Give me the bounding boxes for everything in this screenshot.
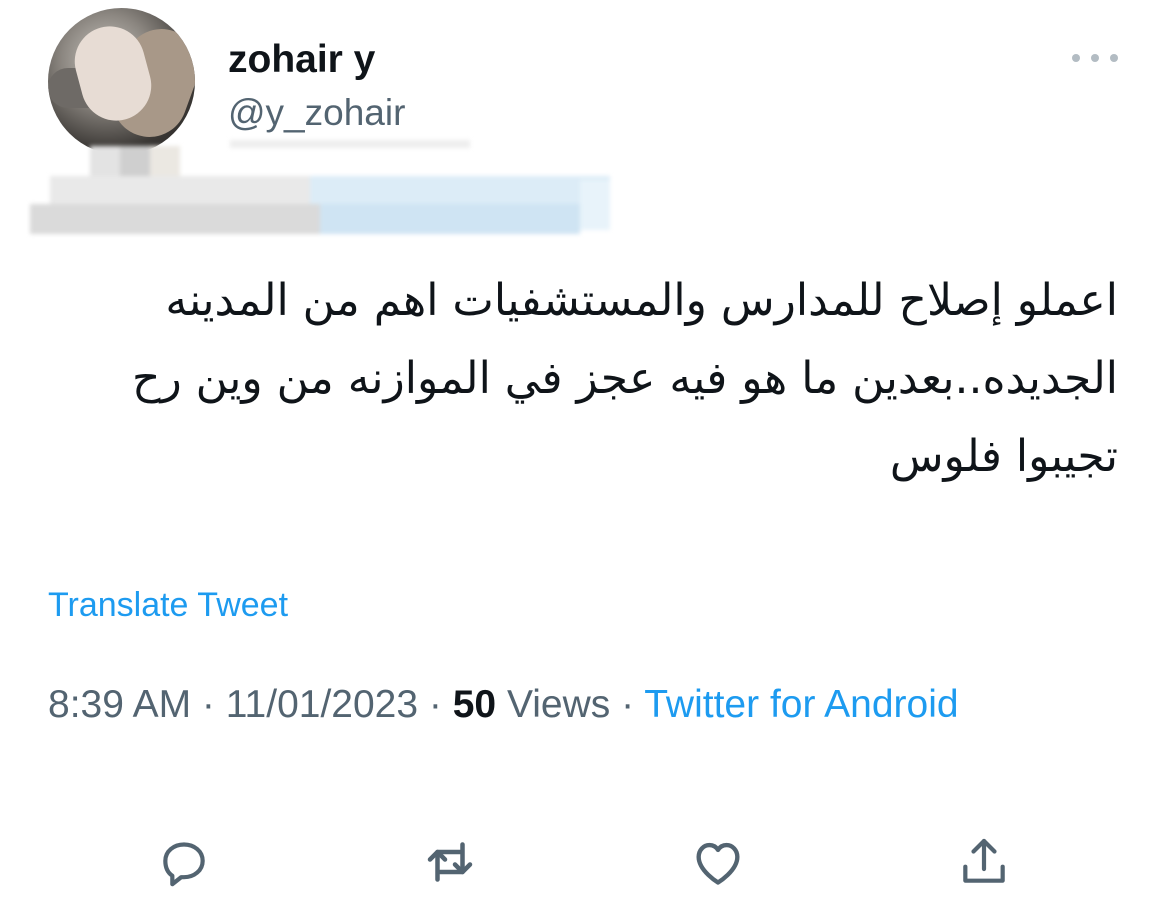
more-options-icon[interactable] <box>1072 46 1118 70</box>
retweet-button[interactable] <box>420 832 480 892</box>
meta-separator: · <box>418 683 453 726</box>
retweet-icon <box>427 842 473 882</box>
meta-separator: · <box>191 683 226 726</box>
author-display-name[interactable]: zohair y <box>228 38 375 82</box>
meta-separator: · <box>610 683 645 726</box>
avatar[interactable] <box>48 8 195 155</box>
tweet-text: اعملو إصلاح للمدارس والمستشفيات اهم من ا… <box>132 275 1118 482</box>
reply-icon <box>163 842 205 887</box>
redacted-region <box>30 140 610 235</box>
translate-tweet-link[interactable]: Translate Tweet <box>48 586 288 625</box>
tweet-source-link[interactable]: Twitter for Android <box>644 683 958 726</box>
views-label: Views <box>496 683 611 726</box>
tweet-date[interactable]: 11/01/2023 <box>226 683 418 726</box>
reply-button[interactable] <box>154 832 214 892</box>
share-icon <box>963 838 1005 883</box>
like-icon <box>696 842 740 885</box>
tweet-metadata: 8:39 AM · 11/01/2023 · 50 Views · Twitte… <box>48 674 1028 736</box>
like-button[interactable] <box>688 832 748 892</box>
tweet-time[interactable]: 8:39 AM <box>48 683 191 726</box>
author-handle[interactable]: @y_zohair <box>228 92 405 134</box>
views-count: 50 <box>452 683 497 726</box>
share-button[interactable] <box>954 832 1014 892</box>
